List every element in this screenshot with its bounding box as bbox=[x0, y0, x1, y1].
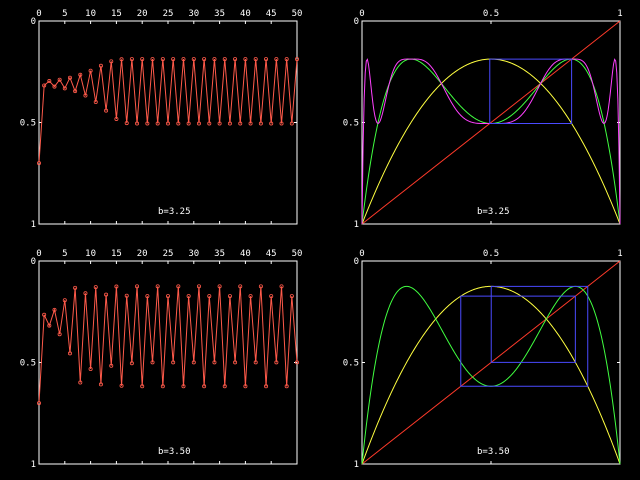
annotation-bottom-left: b=3.50 bbox=[158, 447, 191, 457]
y-tick-label: 1 bbox=[31, 460, 36, 470]
logistic-map-figure: 0 5 10 15 20 25 30 35 40 45 5000.51 0 0.5 100.51 051… bbox=[20, 9, 623, 470]
x-tick-label: 15 bbox=[111, 9, 122, 19]
y-tick-label: 1 bbox=[354, 220, 359, 230]
x-tick-label: 30 bbox=[188, 249, 199, 259]
y-tick-label: 1 bbox=[31, 220, 36, 230]
y-tick-label: 1 bbox=[354, 460, 359, 470]
annotation-top-right: b=3.25 bbox=[477, 207, 510, 217]
plot-frame bbox=[38, 260, 298, 465]
series-line bbox=[38, 286, 298, 404]
x-tick-label: 0 bbox=[359, 9, 364, 19]
x-tick-label: 40 bbox=[240, 9, 251, 19]
x-tick-label: 20 bbox=[137, 249, 148, 259]
cobweb-panel-top: 0 0.5 1 0 0.5 1 bbox=[343, 9, 623, 230]
x-tick-label: 10 bbox=[85, 9, 96, 19]
time-series-panel-bottom: 0 5 10 15 20 25 30 35 40 45 50 0 0.5 1 bbox=[20, 249, 303, 470]
x-tick-label: 0 bbox=[36, 249, 41, 259]
y-tick-label: 0.5 bbox=[20, 359, 36, 369]
annotation-top-left: b=3.25 bbox=[158, 207, 191, 217]
x-tick-label: 30 bbox=[188, 9, 199, 19]
diagonal-line bbox=[361, 20, 621, 225]
x-tick-label: 1 bbox=[617, 9, 622, 19]
x-tick-label: 0.5 bbox=[483, 249, 499, 259]
x-tick-label: 5 bbox=[62, 9, 67, 19]
map-curve-f4 bbox=[361, 58, 621, 225]
x-tick-label: 35 bbox=[214, 249, 225, 259]
x-tick-label: 20 bbox=[137, 9, 148, 19]
x-tick-label: 15 bbox=[111, 249, 122, 259]
x-tick-label: 50 bbox=[292, 249, 303, 259]
y-tick-label: 0.5 bbox=[343, 119, 359, 129]
x-tick-label: 45 bbox=[266, 249, 277, 259]
x-tick-label: 10 bbox=[85, 249, 96, 259]
x-tick-label: 45 bbox=[266, 9, 277, 19]
x-tick-label: 40 bbox=[240, 249, 251, 259]
y-tick-label: 0 bbox=[354, 257, 359, 267]
x-tick-label: 50 bbox=[292, 9, 303, 19]
x-tick-label: 25 bbox=[163, 9, 174, 19]
series-line bbox=[38, 59, 298, 164]
y-tick-label: 0.5 bbox=[20, 119, 36, 129]
cobweb-panel-bottom: 0 0.5 1 0 0.5 1 bbox=[343, 249, 623, 470]
x-tick-label: 5 bbox=[62, 249, 67, 259]
x-tick-label: 0.5 bbox=[483, 9, 499, 19]
x-tick-label: 0 bbox=[359, 249, 364, 259]
annotation-bottom-right: b=3.50 bbox=[477, 447, 510, 457]
y-tick-label: 0 bbox=[354, 17, 359, 27]
x-tick-label: 25 bbox=[163, 249, 174, 259]
y-tick-label: 0 bbox=[31, 17, 36, 27]
map-curve-f bbox=[361, 58, 621, 225]
x-tick-label: 1 bbox=[617, 249, 622, 259]
y-tick-label: 0.5 bbox=[343, 359, 359, 369]
time-series-panel-top: 0 5 10 15 20 25 30 35 40 45 50 0 0.5 1 bbox=[20, 9, 303, 230]
y-tick-label: 0 bbox=[31, 257, 36, 267]
x-tick-label: 35 bbox=[214, 9, 225, 19]
x-tick-label: 0 bbox=[36, 9, 41, 19]
map-curve-f2 bbox=[361, 58, 621, 225]
